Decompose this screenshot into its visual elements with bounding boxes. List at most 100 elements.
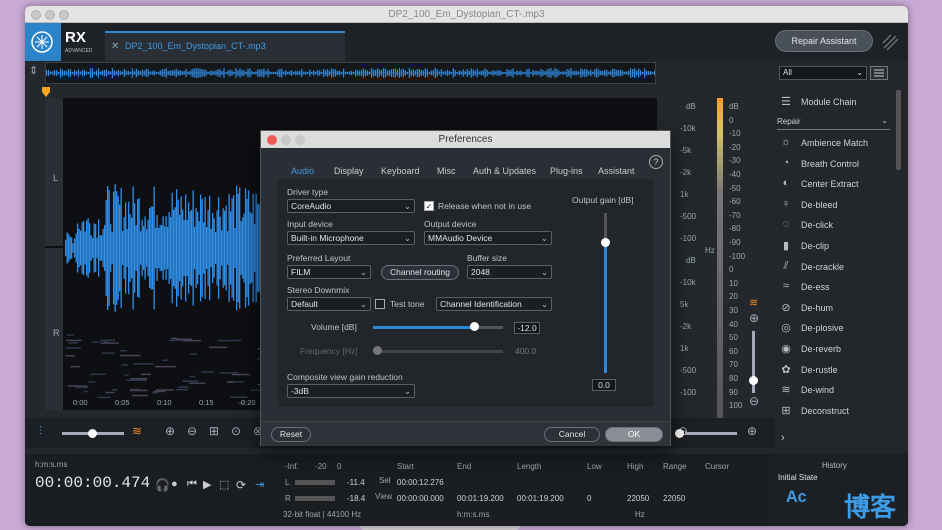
freq-zoom-knob[interactable]: [675, 429, 684, 438]
module-item-de-bleed[interactable]: ♀ De-bleed: [777, 197, 905, 217]
tab-auth-updates[interactable]: Auth & Updates: [473, 166, 536, 176]
dialog-close-button[interactable]: [267, 135, 277, 145]
module-item-de-crackle[interactable]: ⫽ De-crackle: [777, 259, 905, 279]
play-icon[interactable]: ▶: [203, 478, 211, 491]
repair-section-header[interactable]: Repair ⌄: [777, 116, 890, 130]
waveform-sample: [120, 188, 122, 308]
history-initial-state[interactable]: Initial State: [778, 473, 818, 482]
output-gain-label: Output gain [dB]: [572, 195, 634, 205]
module-list-menu-button[interactable]: [870, 66, 888, 80]
stereo-downmix-select[interactable]: Default ⌄: [287, 297, 371, 311]
module-item-de-ess[interactable]: ≈ De-ess: [777, 279, 905, 299]
overview-toggle-icon[interactable]: ⇕: [29, 64, 38, 77]
test-tone-checkbox[interactable]: [375, 299, 385, 309]
release-checkbox[interactable]: ✓: [424, 201, 434, 211]
preferred-layout-select[interactable]: FILM ⌄: [287, 265, 371, 279]
frequency-knob[interactable]: [372, 346, 382, 355]
previous-icon[interactable]: ⏮: [187, 478, 197, 491]
time-format-select[interactable]: h:m:s.ms: [35, 460, 67, 469]
spectrum-icon[interactable]: ≋: [749, 296, 758, 309]
left-channel-strip[interactable]: L: [45, 98, 63, 246]
close-tab-icon[interactable]: ✕: [111, 41, 119, 52]
dialog-zoom-button[interactable]: [295, 135, 305, 145]
frequency-slider[interactable]: [373, 350, 503, 353]
reset-button[interactable]: Reset: [271, 427, 311, 442]
ok-button[interactable]: OK: [605, 427, 663, 442]
module-item-de-reverb[interactable]: ◉ De-reverb: [777, 341, 905, 361]
freq-zoom-slider[interactable]: [685, 432, 737, 435]
play-selection-icon[interactable]: ⬚: [219, 478, 229, 491]
zoom-fit-icon[interactable]: ⊙: [231, 424, 241, 438]
help-icon[interactable]: ?: [649, 155, 663, 169]
waveform-view-icon[interactable]: ⫶: [39, 424, 42, 439]
buffer-size-select[interactable]: 2048 ⌄: [467, 265, 552, 279]
tab-display[interactable]: Display: [334, 166, 364, 176]
waveform-sample: [152, 206, 154, 290]
chevron-right-icon[interactable]: ›: [781, 432, 785, 444]
right-channel-strip[interactable]: R: [45, 248, 63, 410]
zoom-in-icon[interactable]: ⊕: [165, 424, 175, 438]
driver-type-select[interactable]: CoreAudio ⌄: [287, 199, 415, 213]
module-item-deconstruct[interactable]: ⊞ Deconstruct: [777, 403, 905, 423]
module-filter-select[interactable]: All ⌄: [779, 66, 867, 80]
vertical-zoom-in-icon[interactable]: ⊕: [749, 311, 759, 325]
waveform-overview[interactable]: [45, 62, 656, 84]
freq-zoom-in-icon[interactable]: ⊕: [747, 424, 757, 438]
view-end[interactable]: 00:01:19.200: [457, 494, 504, 503]
tab-assistant[interactable]: Assistant: [598, 166, 635, 176]
output-gain-value[interactable]: 0.0: [592, 379, 616, 391]
output-gain-knob[interactable]: [601, 237, 610, 247]
file-tab[interactable]: ✕ DP2_100_Em_Dystopian_CT-.mp3: [105, 31, 345, 61]
repair-assistant-button[interactable]: Repair Assistant: [775, 30, 873, 52]
waveform-spectrogram-knob[interactable]: [88, 429, 97, 438]
channel-routing-button[interactable]: Channel routing: [381, 265, 459, 280]
sel-start[interactable]: 00:00:12.276: [397, 478, 444, 487]
tab-plugins[interactable]: Plug-ins: [550, 166, 583, 176]
freq-scale-tick: 1k: [680, 190, 689, 199]
module-item-de-click[interactable]: ◌ De-click: [777, 217, 905, 237]
waveform-sample: [125, 202, 127, 294]
input-device-select[interactable]: Built-in Microphone ⌄: [287, 231, 415, 245]
composite-gain-select[interactable]: -3dB ⌄: [287, 384, 415, 398]
module-item-de-rustle[interactable]: ✿ De-rustle: [777, 362, 905, 382]
spectrogram-view-icon[interactable]: ≋: [132, 424, 142, 438]
module-item-de-clip[interactable]: ▮ De-clip: [777, 238, 905, 258]
volume-value[interactable]: -12.0: [514, 322, 540, 334]
zoom-out-icon[interactable]: ⊖: [187, 424, 197, 438]
headphones-icon[interactable]: 🎧: [155, 478, 170, 492]
loop-icon[interactable]: ⟳: [236, 478, 246, 492]
module-item-ambience-match[interactable]: ☼ Ambience Match: [777, 135, 905, 155]
module-item-de-wind[interactable]: ≋ De-wind: [777, 382, 905, 402]
view-high[interactable]: 22050: [627, 494, 649, 503]
dialog-minimize-button[interactable]: [281, 135, 291, 145]
view-length[interactable]: 00:01:19.200: [517, 494, 564, 503]
vertical-zoom-out-icon[interactable]: ⊖: [749, 394, 759, 408]
waveform-sample: [78, 228, 80, 268]
volume-knob[interactable]: [470, 322, 480, 331]
zoom-selection-icon[interactable]: ⊞: [209, 424, 219, 438]
tab-audio[interactable]: Audio: [291, 166, 314, 176]
view-start[interactable]: 00:00:00.000: [397, 494, 444, 503]
module-item-breath-control[interactable]: ◔ Breath Control: [777, 156, 905, 176]
playhead-marker-icon[interactable]: [41, 86, 51, 98]
module-label: De-reverb: [801, 344, 842, 354]
tab-misc[interactable]: Misc: [437, 166, 456, 176]
module-item-de-plosive[interactable]: ◎ De-plosive: [777, 320, 905, 340]
output-device-select[interactable]: MMAudio Device ⌄: [424, 231, 552, 245]
test-tone-select[interactable]: Channel Identification ⌄: [436, 297, 552, 311]
sidebar-scrollbar[interactable]: [896, 90, 901, 170]
view-low[interactable]: 0: [587, 494, 591, 503]
module-item-de-hum[interactable]: ⊘ De-hum: [777, 300, 905, 320]
cancel-button[interactable]: Cancel: [544, 427, 600, 442]
module-chain-item[interactable]: ☰ Module Chain: [777, 94, 905, 114]
waveform-sample: [204, 197, 206, 299]
hz-unit-label: Hz: [705, 246, 715, 255]
module-label: De-clip: [801, 241, 830, 251]
module-item-center-extract[interactable]: ◐ Center Extract: [777, 176, 905, 196]
follow-playhead-icon[interactable]: ⇥: [255, 478, 264, 491]
waveform-sample: [147, 219, 149, 277]
vertical-zoom-knob[interactable]: [749, 376, 758, 385]
view-range[interactable]: 22050: [663, 494, 685, 503]
tab-keyboard[interactable]: Keyboard: [381, 166, 420, 176]
record-icon[interactable]: ●: [171, 478, 178, 490]
